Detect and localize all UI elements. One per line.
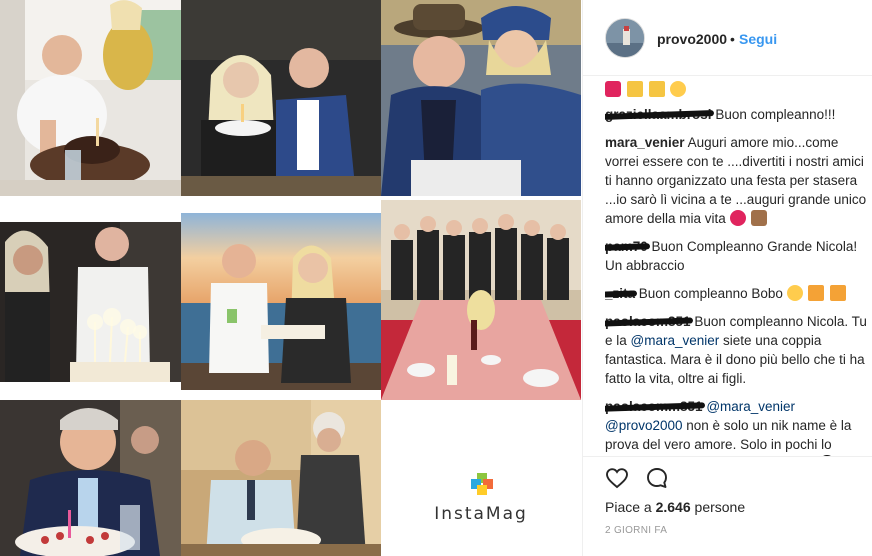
photo-couple-with-cake [181, 0, 381, 196]
separator-dot: • [730, 31, 735, 47]
cake-emoji-icon [751, 210, 768, 226]
avatar[interactable] [605, 18, 645, 58]
sparkles-emoji-icon [626, 81, 643, 97]
likes-prefix: Piace a [605, 499, 656, 515]
likes-number: 2.646 [655, 499, 691, 515]
comment-username[interactable]: paolacom851 [605, 312, 691, 331]
comment-text: Buon compleanno Bobo [638, 286, 783, 301]
follow-button[interactable]: Segui [739, 31, 777, 47]
party-emoji-icon [830, 285, 847, 301]
comment-bubble-icon[interactable] [645, 466, 669, 490]
photo-sparklers-night [0, 222, 181, 382]
comment-username[interactable]: paolacomm851 [605, 397, 703, 416]
emoji-row [605, 80, 872, 99]
party-emoji-icon [808, 285, 825, 301]
comment-username[interactable]: _zita [605, 284, 635, 303]
post-username[interactable]: provo2000 [657, 31, 727, 47]
comment-username[interactable]: graziellaambrosi [605, 105, 712, 124]
post-header: provo2000 • Segui [583, 0, 872, 76]
heart-emoji-icon [729, 210, 746, 226]
comment-item: pam70 Buon Compleanno Grande Nicola! Un … [605, 237, 872, 275]
sparkles-emoji-icon [648, 81, 665, 97]
heart-icon[interactable] [605, 466, 629, 490]
photo-man-blowing-candles [0, 400, 181, 556]
smile-emoji-icon [670, 81, 687, 97]
mention-link[interactable]: @mara_venier [706, 399, 795, 414]
post-side-panel: provo2000 • Segui graziellaambrosi Buon … [582, 0, 872, 556]
likes-suffix: persone [690, 499, 746, 515]
photo-group-dinner [381, 200, 581, 400]
photo-birthday-cake-table [0, 0, 181, 196]
heart-emoji-icon [605, 81, 621, 97]
comment-item: graziellaambrosi Buon compleanno!!! [605, 105, 872, 124]
instamag-label: InstaMag [434, 504, 528, 524]
photo-couple-hat-and-cap [381, 0, 581, 196]
comment-username[interactable]: pam70 [605, 237, 648, 256]
mention-link[interactable]: @provo2000 [605, 418, 683, 433]
post-timestamp: 2 GIORNI FA [605, 525, 668, 536]
comment-item: paolacomm851 @mara_venier @provo2000 non… [605, 397, 872, 456]
comment-username[interactable]: mara_venier [605, 135, 685, 150]
comment-text: Buon compleanno!!! [715, 107, 836, 122]
comment-item: mara_venier Auguri amore mio...come vorr… [605, 133, 872, 228]
photo-couple-seaside-sunset [181, 213, 381, 390]
comment-container: graziellaambrosi Buon compleanno!!! mara_… [605, 105, 872, 456]
instamag-logo-icon [471, 473, 493, 495]
divider [583, 456, 872, 457]
photo-vintage-cake-cutting [181, 400, 381, 556]
comment-item: _zita Buon compleanno Bobo [605, 284, 872, 303]
comments-list: graziellaambrosi Buon compleanno!!! mara_… [605, 78, 872, 456]
instamag-watermark: InstaMag [381, 400, 581, 556]
likes-count[interactable]: Piace a 2.646 persone [605, 499, 745, 515]
comment-item: paolacom851 Buon compleanno Nicola. Tu e… [605, 312, 872, 388]
kiss-emoji-icon [786, 285, 803, 301]
photo-collage: InstaMag [0, 0, 582, 556]
mention-link[interactable]: @mara_venier [631, 333, 720, 348]
